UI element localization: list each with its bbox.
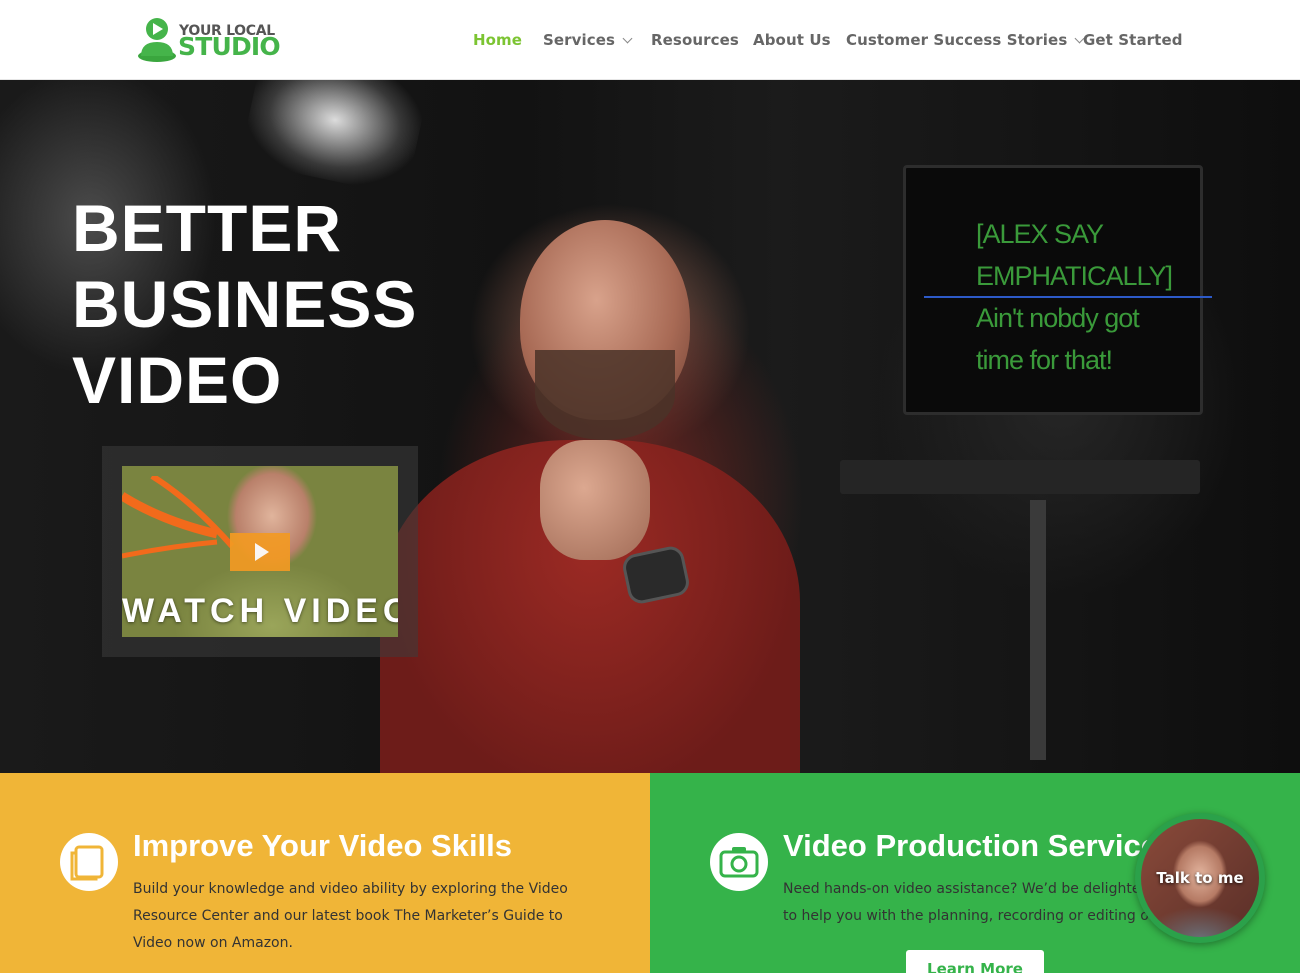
play-button[interactable] [230,533,290,571]
hero-title: BETTER BUSINESS VIDEO [72,190,492,418]
panel-video-production-text: Need hands-on video assistance? We’d be … [783,881,1154,924]
chat-avatar: Talk to me [1141,819,1259,937]
book-icon [60,833,118,891]
teleprompter-text: [ALEX SAY EMPHATICALLY] Ain't nobdy got … [976,213,1196,381]
site-header: YOUR LOCAL STUDIO Home Services Resource… [0,0,1300,80]
nav-services[interactable]: Services [543,31,633,49]
hero-banner: [ALEX SAY EMPHATICALLY] Ain't nobdy got … [0,80,1300,773]
nav-home[interactable]: Home [473,31,522,49]
main-nav: Home Services Resources About Us Custome… [0,31,1300,51]
talk-to-me-label: Talk to me [1156,869,1244,887]
watch-video-box: WATCH VIDEO [102,446,418,657]
teleprompter-line1: [ALEX SAY [976,219,1104,249]
hero-title-line2: BUSINESS [72,267,418,341]
tripod-base [840,460,1200,494]
nav-customer-success-stories[interactable]: Customer Success Stories [846,31,1085,49]
panel-video-skills: Improve Your Video Skills Build your kno… [0,773,650,973]
camera-icon [710,833,768,891]
camera-icon-svg [719,847,759,878]
teleprompter-line2: EMPHATICALLY] [976,261,1173,291]
play-icon [255,543,269,561]
hero-person-beard [535,350,675,440]
video-thumbnail[interactable]: WATCH VIDEO [122,466,398,637]
learn-more-button[interactable]: Learn More [906,950,1044,973]
panel-video-skills-title: Improve Your Video Skills [133,828,513,863]
hero-person-thumbs-up [540,440,650,560]
tripod-leg [1030,500,1046,760]
teleprompter: [ALEX SAY EMPHATICALLY] Ain't nobdy got … [903,165,1212,415]
book-icon-svg [70,845,104,881]
nav-get-started[interactable]: Get Started [1083,31,1183,49]
hero-title-line3: VIDEO [72,343,283,417]
nav-resources[interactable]: Resources [651,31,739,49]
nav-services-label: Services [543,31,616,49]
teleprompter-line3: Ain't nobdy got [976,303,1140,333]
teleprompter-line4: time for that! [976,345,1113,375]
nav-about-us[interactable]: About Us [753,31,831,49]
studio-light [239,80,431,197]
watch-video-label: WATCH VIDEO [122,592,398,630]
hero-title-line1: BETTER [72,191,342,265]
talk-to-me-chat-button[interactable]: Talk to me [1135,813,1265,943]
chevron-down-icon [622,33,633,44]
panel-video-skills-text: Build your knowledge and video ability b… [133,881,568,951]
panel-video-production-title: Video Production Services [783,828,1176,863]
nav-customer-success-stories-label: Customer Success Stories [846,31,1068,49]
